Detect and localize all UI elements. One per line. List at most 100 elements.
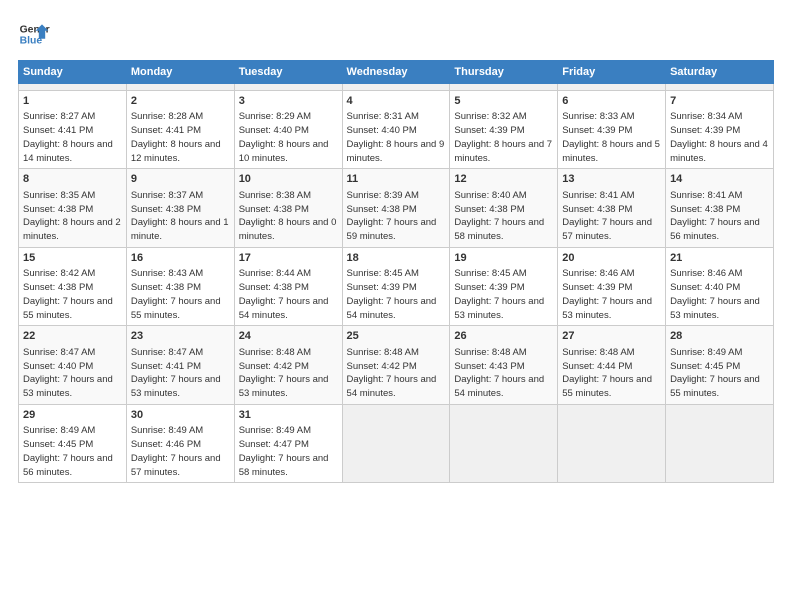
day-number: 26 — [454, 329, 553, 344]
day-info: Sunrise: 8:31 AMSunset: 4:40 PMDaylight:… — [347, 110, 446, 165]
day-info: Sunrise: 8:45 AMSunset: 4:39 PMDaylight:… — [347, 267, 446, 322]
calendar-cell: 12 Sunrise: 8:40 AMSunset: 4:38 PMDayligh… — [450, 169, 558, 247]
calendar-cell: 15Sunrise: 8:42 AMSunset: 4:38 PMDayligh… — [19, 247, 127, 325]
weekday-saturday: Saturday — [666, 61, 774, 84]
day-number: 19 — [454, 251, 553, 266]
day-number: 27 — [562, 329, 661, 344]
calendar-week-1: 1Sunrise: 8:27 AMSunset: 4:41 PMDaylight… — [19, 91, 774, 169]
calendar-week-5: 29Sunrise: 8:49 AMSunset: 4:45 PMDayligh… — [19, 404, 774, 482]
day-info: Sunrise: 8:46 AMSunset: 4:40 PMDaylight:… — [670, 267, 769, 322]
calendar-cell: 19Sunrise: 8:45 AMSunset: 4:39 PMDayligh… — [450, 247, 558, 325]
calendar-cell: 18Sunrise: 8:45 AMSunset: 4:39 PMDayligh… — [342, 247, 450, 325]
day-info: Sunrise: 8:37 AMSunset: 4:38 PMDaylight:… — [131, 189, 230, 244]
calendar-week-2: 8 Sunrise: 8:35 AMSunset: 4:38 PMDaylight… — [19, 169, 774, 247]
page: General Blue SundayMondayTuesdayWednesda… — [0, 0, 792, 612]
weekday-sunday: Sunday — [19, 61, 127, 84]
day-info: Sunrise: 8:48 AMSunset: 4:42 PMDaylight:… — [347, 346, 446, 401]
day-info: Sunrise: 8:43 AMSunset: 4:38 PMDaylight:… — [131, 267, 230, 322]
day-info: Sunrise: 8:29 AMSunset: 4:40 PMDaylight:… — [239, 110, 338, 165]
day-info: Sunrise: 8:49 AMSunset: 4:47 PMDaylight:… — [239, 424, 338, 479]
calendar-cell: 7Sunrise: 8:34 AMSunset: 4:39 PMDaylight… — [666, 91, 774, 169]
calendar-cell — [450, 404, 558, 482]
calendar-cell: 8 Sunrise: 8:35 AMSunset: 4:38 PMDaylight… — [19, 169, 127, 247]
calendar-cell — [666, 84, 774, 91]
calendar-cell: 30Sunrise: 8:49 AMSunset: 4:46 PMDayligh… — [126, 404, 234, 482]
calendar-cell: 2Sunrise: 8:28 AMSunset: 4:41 PMDaylight… — [126, 91, 234, 169]
logo-icon: General Blue — [18, 18, 50, 50]
day-info: Sunrise: 8:35 AMSunset: 4:38 PMDaylight:… — [23, 189, 122, 244]
logo: General Blue — [18, 18, 50, 50]
calendar-cell: 28 Sunrise: 8:49 AMSunset: 4:45 PMDayligh… — [666, 326, 774, 404]
calendar-table: SundayMondayTuesdayWednesdayThursdayFrid… — [18, 60, 774, 483]
day-info: Sunrise: 8:39 AMSunset: 4:38 PMDaylight:… — [347, 189, 446, 244]
day-number: 20 — [562, 251, 661, 266]
day-info: Sunrise: 8:38 AMSunset: 4:38 PMDaylight:… — [239, 189, 338, 244]
calendar-cell — [19, 84, 127, 91]
calendar-cell: 13Sunrise: 8:41 AMSunset: 4:38 PMDayligh… — [558, 169, 666, 247]
day-number: 7 — [670, 94, 769, 109]
day-info: Sunrise: 8:27 AMSunset: 4:41 PMDaylight:… — [23, 110, 122, 165]
day-info: Sunrise: 8:49 AMSunset: 4:45 PMDaylight:… — [670, 346, 769, 401]
day-number: 29 — [23, 408, 122, 423]
day-info: Sunrise: 8:48 AMSunset: 4:43 PMDaylight:… — [454, 346, 553, 401]
calendar-cell: 31Sunrise: 8:49 AMSunset: 4:47 PMDayligh… — [234, 404, 342, 482]
calendar-cell — [126, 84, 234, 91]
day-number: 15 — [23, 251, 122, 266]
calendar-cell: 17Sunrise: 8:44 AMSunset: 4:38 PMDayligh… — [234, 247, 342, 325]
day-info: Sunrise: 8:48 AMSunset: 4:44 PMDaylight:… — [562, 346, 661, 401]
day-info: Sunrise: 8:49 AMSunset: 4:46 PMDaylight:… — [131, 424, 230, 479]
calendar-cell: 9 Sunrise: 8:37 AMSunset: 4:38 PMDaylight… — [126, 169, 234, 247]
day-info: Sunrise: 8:32 AMSunset: 4:39 PMDaylight:… — [454, 110, 553, 165]
day-number: 28 — [670, 329, 769, 344]
day-number: 12 — [454, 172, 553, 187]
calendar-cell: 1Sunrise: 8:27 AMSunset: 4:41 PMDaylight… — [19, 91, 127, 169]
calendar-cell: 16Sunrise: 8:43 AMSunset: 4:38 PMDayligh… — [126, 247, 234, 325]
calendar-cell: 6Sunrise: 8:33 AMSunset: 4:39 PMDaylight… — [558, 91, 666, 169]
day-number: 8 — [23, 172, 122, 187]
calendar-cell: 21Sunrise: 8:46 AMSunset: 4:40 PMDayligh… — [666, 247, 774, 325]
day-number: 2 — [131, 94, 230, 109]
day-info: Sunrise: 8:44 AMSunset: 4:38 PMDaylight:… — [239, 267, 338, 322]
day-number: 6 — [562, 94, 661, 109]
calendar-cell — [342, 404, 450, 482]
day-number: 30 — [131, 408, 230, 423]
calendar-cell — [666, 404, 774, 482]
calendar-cell — [234, 84, 342, 91]
day-info: Sunrise: 8:40 AMSunset: 4:38 PMDaylight:… — [454, 189, 553, 244]
day-info: Sunrise: 8:42 AMSunset: 4:38 PMDaylight:… — [23, 267, 122, 322]
weekday-header-row: SundayMondayTuesdayWednesdayThursdayFrid… — [19, 61, 774, 84]
day-number: 1 — [23, 94, 122, 109]
calendar-cell: 24Sunrise: 8:48 AMSunset: 4:42 PMDayligh… — [234, 326, 342, 404]
calendar-cell: 22Sunrise: 8:47 AMSunset: 4:40 PMDayligh… — [19, 326, 127, 404]
day-number: 3 — [239, 94, 338, 109]
calendar-cell — [558, 84, 666, 91]
calendar-cell: 23Sunrise: 8:47 AMSunset: 4:41 PMDayligh… — [126, 326, 234, 404]
day-info: Sunrise: 8:41 AMSunset: 4:38 PMDaylight:… — [562, 189, 661, 244]
calendar-cell: 25Sunrise: 8:48 AMSunset: 4:42 PMDayligh… — [342, 326, 450, 404]
day-info: Sunrise: 8:47 AMSunset: 4:41 PMDaylight:… — [131, 346, 230, 401]
calendar-cell — [342, 84, 450, 91]
day-info: Sunrise: 8:34 AMSunset: 4:39 PMDaylight:… — [670, 110, 769, 165]
calendar-cell: 29Sunrise: 8:49 AMSunset: 4:45 PMDayligh… — [19, 404, 127, 482]
day-number: 22 — [23, 329, 122, 344]
calendar-cell: 11Sunrise: 8:39 AMSunset: 4:38 PMDayligh… — [342, 169, 450, 247]
day-number: 18 — [347, 251, 446, 266]
calendar-cell: 5Sunrise: 8:32 AMSunset: 4:39 PMDaylight… — [450, 91, 558, 169]
day-info: Sunrise: 8:46 AMSunset: 4:39 PMDaylight:… — [562, 267, 661, 322]
calendar-cell: 4Sunrise: 8:31 AMSunset: 4:40 PMDaylight… — [342, 91, 450, 169]
weekday-tuesday: Tuesday — [234, 61, 342, 84]
calendar-cell: 3Sunrise: 8:29 AMSunset: 4:40 PMDaylight… — [234, 91, 342, 169]
day-number: 9 — [131, 172, 230, 187]
calendar-cell: 20Sunrise: 8:46 AMSunset: 4:39 PMDayligh… — [558, 247, 666, 325]
day-number: 10 — [239, 172, 338, 187]
weekday-thursday: Thursday — [450, 61, 558, 84]
calendar-cell: 26 Sunrise: 8:48 AMSunset: 4:43 PMDayligh… — [450, 326, 558, 404]
day-info: Sunrise: 8:41 AMSunset: 4:38 PMDaylight:… — [670, 189, 769, 244]
day-number: 16 — [131, 251, 230, 266]
day-info: Sunrise: 8:49 AMSunset: 4:45 PMDaylight:… — [23, 424, 122, 479]
day-number: 17 — [239, 251, 338, 266]
day-info: Sunrise: 8:33 AMSunset: 4:39 PMDaylight:… — [562, 110, 661, 165]
day-info: Sunrise: 8:45 AMSunset: 4:39 PMDaylight:… — [454, 267, 553, 322]
calendar-cell — [558, 404, 666, 482]
day-number: 24 — [239, 329, 338, 344]
